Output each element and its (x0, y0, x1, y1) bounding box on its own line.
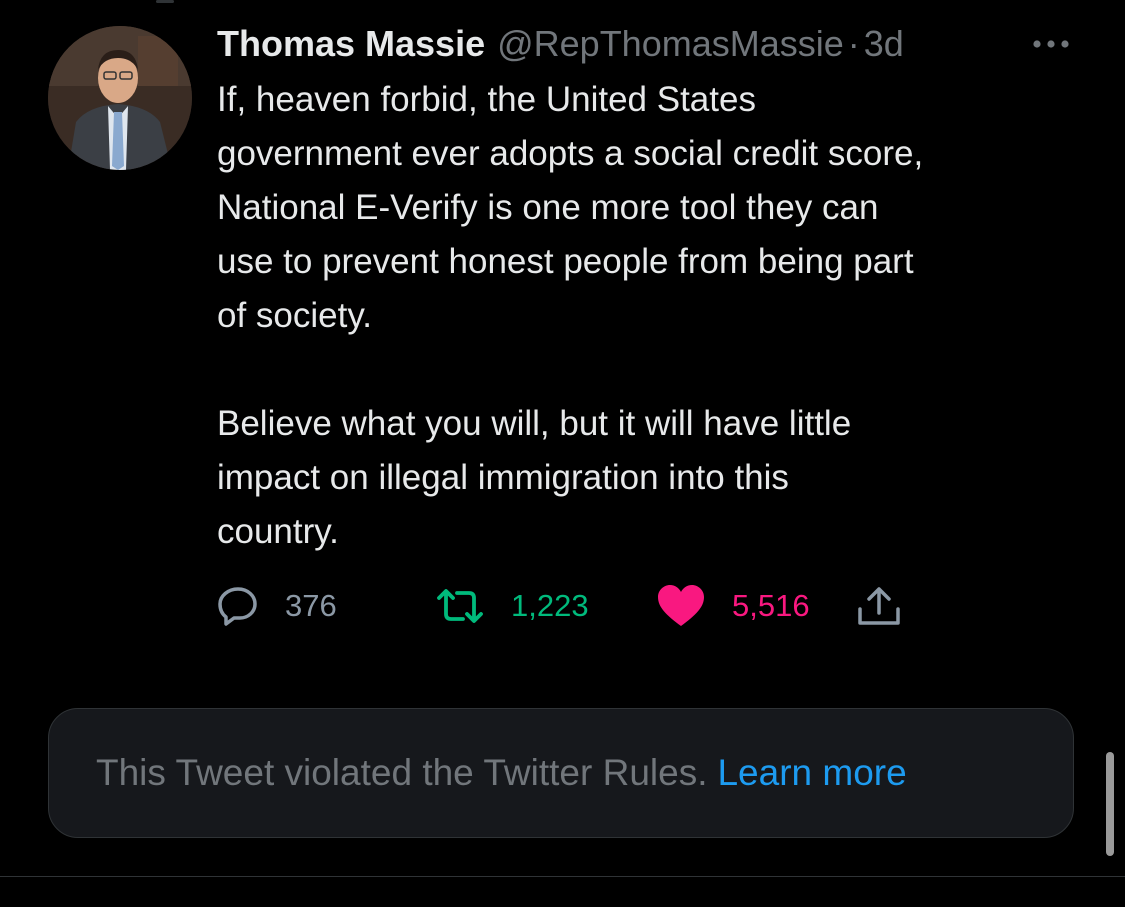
like-button[interactable]: 5,516 (656, 584, 856, 628)
more-options-button[interactable] (1029, 30, 1073, 58)
share-button[interactable] (856, 585, 902, 627)
heart-icon (658, 585, 704, 626)
tweet-actions: 376 1,223 5,516 (217, 580, 902, 632)
tweet-timestamp[interactable]: 3d (864, 20, 904, 68)
avatar[interactable] (48, 26, 192, 170)
learn-more-link[interactable]: Learn more (717, 752, 906, 794)
notice-text: This Tweet violated the Twitter Rules. (96, 752, 708, 793)
tweet-text: If, heaven forbid, the United States gov… (217, 80, 924, 551)
scrollbar[interactable] (1106, 752, 1114, 856)
tweet-header: Thomas Massie @RepThomasMassie · 3d (217, 20, 1097, 68)
avatar-image (48, 26, 192, 170)
retweet-icon (437, 589, 483, 623)
reply-count: 376 (285, 588, 337, 623)
author-handle[interactable]: @RepThomasMassie (497, 20, 844, 68)
reply-icon (218, 587, 257, 626)
retweet-count: 1,223 (511, 588, 589, 623)
divider (0, 876, 1125, 877)
separator-dot: · (847, 23, 860, 64)
share-icon (858, 587, 900, 625)
retweet-button[interactable]: 1,223 (435, 588, 656, 624)
rules-violation-notice: This Tweet violated the Twitter Rules. L… (48, 708, 1074, 838)
reply-button[interactable]: 376 (217, 586, 435, 626)
like-count: 5,516 (732, 588, 810, 623)
author-name[interactable]: Thomas Massie (217, 20, 485, 68)
thread-connector-line (156, 0, 174, 3)
more-horizontal-icon (1033, 40, 1069, 48)
tweet[interactable]: Thomas Massie @RepThomasMassie · 3d If, … (217, 20, 1097, 559)
